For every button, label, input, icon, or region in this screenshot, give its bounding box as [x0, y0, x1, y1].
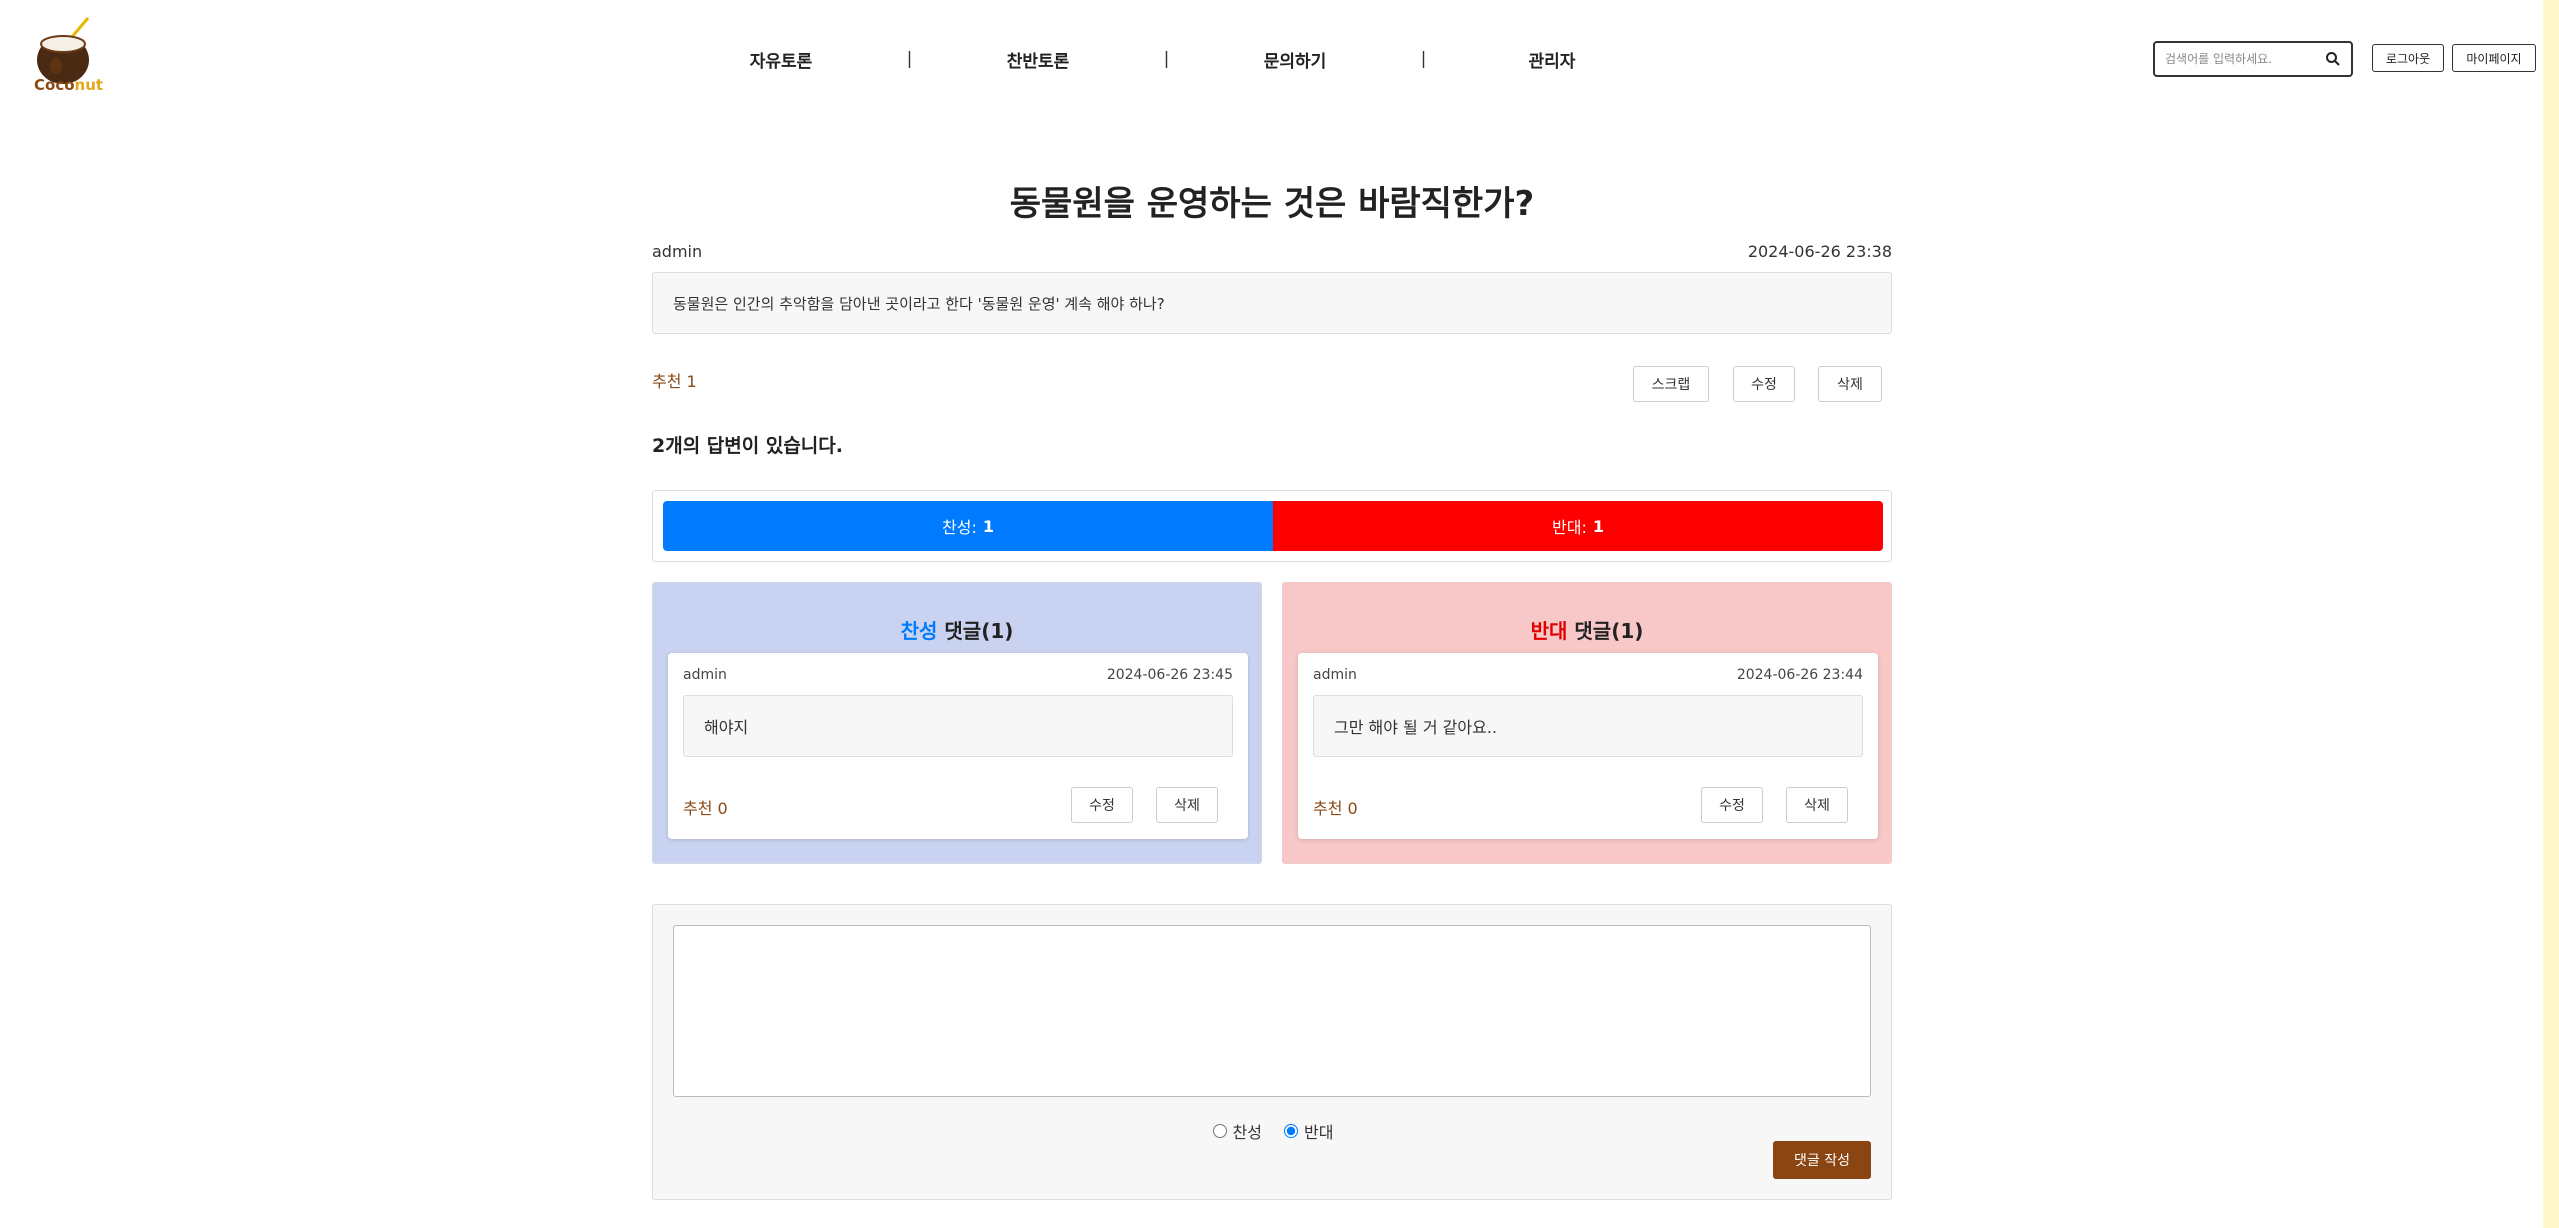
radio-con[interactable]: [1284, 1124, 1298, 1138]
radio-pro-label: 찬성: [1232, 1123, 1262, 1142]
pro-vote-bar[interactable]: 찬성: 1: [663, 501, 1273, 551]
con-comments-panel: 반대 댓글(1) admin 2024-06-26 23:44 그만 해야 될 …: [1282, 582, 1892, 864]
comment-delete-button[interactable]: 삭제: [1156, 787, 1218, 823]
post-date: 2024-06-26 23:38: [1747, 242, 1892, 261]
comment-delete-button[interactable]: 삭제: [1786, 787, 1848, 823]
pro-vote-count: 1: [982, 516, 994, 536]
comment-date: 2024-06-26 23:44: [1736, 667, 1863, 683]
post-edit-button[interactable]: 수정: [1733, 366, 1795, 402]
mypage-button[interactable]: 마이페이지: [2452, 44, 2536, 72]
search-box: [2153, 41, 2353, 77]
comment-form: 찬성 반대 댓글 작성: [652, 904, 1892, 1200]
pro-vote-label: 찬성:: [942, 518, 977, 537]
comment-date: 2024-06-26 23:45: [1106, 667, 1233, 683]
post-delete-button[interactable]: 삭제: [1818, 366, 1882, 402]
recommend-label: 추천: [652, 372, 682, 391]
search-input[interactable]: [2165, 52, 2325, 66]
radio-con-option[interactable]: 반대: [1284, 1119, 1333, 1143]
comment-edit-button[interactable]: 수정: [1071, 787, 1133, 823]
radio-pro-option[interactable]: 찬성: [1212, 1119, 1262, 1143]
nav-admin[interactable]: 관리자: [1471, 47, 1633, 72]
comment-content: 그만 해야 될 거 같아요..: [1313, 695, 1863, 757]
site-header: Coconut 자유토론 | 찬반토론 | 문의하기 | 관리자 로그아웃 마이…: [0, 0, 2559, 110]
con-vote-label: 반대:: [1552, 518, 1587, 537]
comment-recommend[interactable]: 추천 0: [1313, 795, 1358, 819]
pro-panel-title: 찬성 댓글(1): [900, 619, 1014, 643]
nav-free-debate[interactable]: 자유토론: [700, 47, 862, 72]
comment-author: admin: [1313, 667, 1357, 683]
page-scrollbar[interactable]: [2543, 0, 2559, 1228]
nav-inquiry[interactable]: 문의하기: [1214, 47, 1376, 72]
radio-con-label: 반대: [1304, 1123, 1334, 1142]
comment-recommend[interactable]: 추천 0: [683, 795, 728, 819]
nav-pro-con-debate[interactable]: 찬반토론: [957, 47, 1119, 72]
logout-button[interactable]: 로그아웃: [2372, 44, 2444, 72]
post-recommend[interactable]: 추천 1: [652, 368, 697, 392]
recommend-count: 1: [686, 372, 697, 391]
submit-comment-button[interactable]: 댓글 작성: [1773, 1141, 1871, 1179]
con-vote-count: 1: [1592, 516, 1604, 536]
comment-author: admin: [683, 667, 727, 683]
search-icon[interactable]: [2325, 51, 2341, 67]
con-panel-title: 반대 댓글(1): [1530, 619, 1644, 643]
comment-card: admin 2024-06-26 23:44 그만 해야 될 거 같아요.. 추…: [1298, 653, 1878, 839]
vote-summary: 찬성: 1 반대: 1: [652, 490, 1892, 562]
post-title: 동물원을 운영하는 것은 바람직한가?: [1009, 184, 1535, 224]
nav-separator: |: [1163, 49, 1170, 69]
post-author: admin: [652, 242, 703, 261]
side-radio-group: 찬성 반대: [653, 1119, 1893, 1143]
main-nav: 자유토론 | 찬반토론 | 문의하기 | 관리자: [700, 44, 1633, 74]
radio-pro[interactable]: [1212, 1124, 1227, 1138]
post-content: 동물원은 인간의 추악함을 담아낸 곳이라고 한다 '동물원 운영' 계속 해야…: [652, 272, 1892, 334]
nav-separator: |: [1420, 49, 1427, 69]
comment-textarea[interactable]: [673, 925, 1871, 1097]
comment-card: admin 2024-06-26 23:45 해야지 추천 0 수정 삭제: [668, 653, 1248, 839]
comment-edit-button[interactable]: 수정: [1701, 787, 1763, 823]
pro-comments-panel: 찬성 댓글(1) admin 2024-06-26 23:45 해야지 추천 0…: [652, 582, 1262, 864]
scrap-button[interactable]: 스크랩: [1633, 366, 1709, 402]
answer-count: 2개의 답변이 있습니다.: [652, 435, 843, 457]
nav-separator: |: [906, 49, 913, 69]
logo-wordmark: Coconut: [34, 76, 104, 94]
con-vote-bar[interactable]: 반대: 1: [1273, 501, 1883, 551]
comment-content: 해야지: [683, 695, 1233, 757]
